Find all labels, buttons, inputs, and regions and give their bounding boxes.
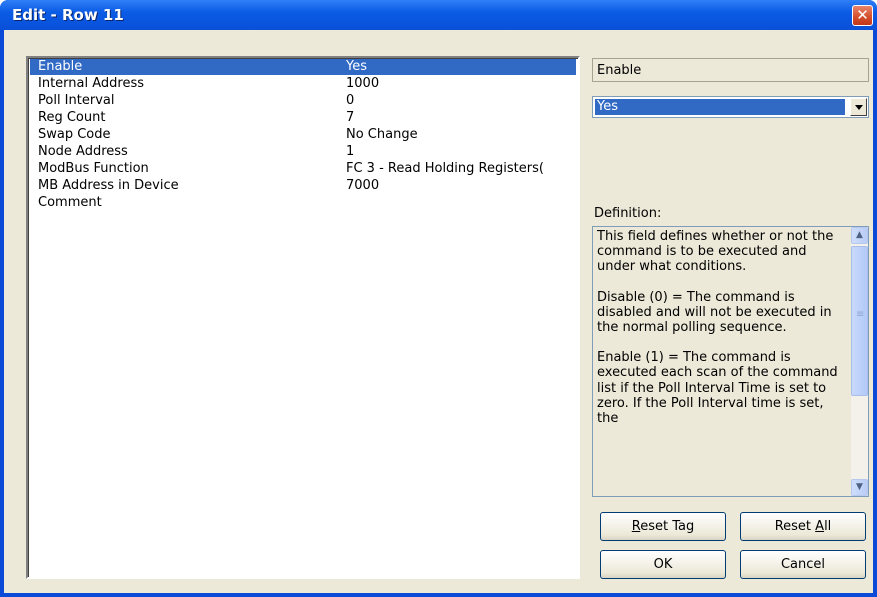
parameter-name: Internal Address xyxy=(38,76,145,91)
cancel-button[interactable]: Cancel xyxy=(740,550,866,579)
value-dropdown-selected: Yes xyxy=(594,98,846,116)
list-item[interactable]: Swap Code No Change xyxy=(30,127,576,143)
list-item[interactable]: Enable Yes xyxy=(30,59,576,75)
list-item[interactable]: MB Address in Device 7000 xyxy=(30,178,576,194)
title-bar[interactable]: Edit - Row 11 ✕ xyxy=(0,0,877,30)
list-item[interactable]: Internal Address 1000 xyxy=(30,76,576,92)
parameter-name: Comment xyxy=(38,195,102,210)
parameter-value: FC 3 - Read Holding Registers( xyxy=(346,161,544,176)
parameter-value: 1000 xyxy=(346,76,380,91)
ok-button[interactable]: OK xyxy=(600,550,726,579)
parameter-list[interactable]: Enable Yes Internal Address 1000 Poll Interv… xyxy=(26,56,580,579)
parameter-name: ModBus Function xyxy=(38,161,149,176)
parameter-value: Yes xyxy=(346,59,367,74)
parameter-name: MB Address in Device xyxy=(38,178,179,193)
parameter-name: Poll Interval xyxy=(38,93,115,108)
definition-paragraph: This field defines whether or not the co… xyxy=(597,229,834,275)
definition-scrollbar[interactable]: ▲ ▼ xyxy=(851,227,868,496)
list-item[interactable]: ModBus Function FC 3 - Read Holding Regis… xyxy=(30,161,576,177)
parameter-name: Reg Count xyxy=(38,110,106,125)
parameter-value: 7 xyxy=(346,110,355,125)
edit-dialog: Edit - Row 11 ✕ Enable Yes Internal Addres… xyxy=(0,0,877,597)
list-item[interactable]: Poll Interval 0 xyxy=(30,93,576,109)
chevron-down-icon[interactable] xyxy=(850,98,867,116)
list-item[interactable]: Reg Count 7 xyxy=(30,110,576,126)
parameter-value: 7000 xyxy=(346,178,380,193)
list-item[interactable]: Node Address 1 xyxy=(30,144,576,160)
reset-all-button[interactable]: Reset All xyxy=(740,512,866,541)
window-title: Edit - Row 11 xyxy=(12,6,124,24)
selected-field-name: Enable xyxy=(592,58,869,82)
value-dropdown[interactable]: Yes xyxy=(592,96,869,118)
parameter-name: Node Address xyxy=(38,144,128,159)
scrollbar-thumb[interactable] xyxy=(851,246,868,396)
definition-paragraph: Enable (1) = The command is executed eac… xyxy=(597,350,838,427)
scroll-down-icon[interactable]: ▼ xyxy=(851,479,868,496)
parameter-name: Swap Code xyxy=(38,127,111,142)
definition-label: Definition: xyxy=(594,206,662,221)
parameter-value: No Change xyxy=(346,127,418,142)
list-item[interactable]: Comment xyxy=(30,195,576,211)
parameter-name: Enable xyxy=(38,59,83,74)
close-icon[interactable]: ✕ xyxy=(852,5,873,26)
definition-paragraph: Disable (0) = The command is disabled an… xyxy=(597,289,832,336)
dialog-client-area: Enable Yes Internal Address 1000 Poll Interv… xyxy=(4,30,873,593)
parameter-value: 0 xyxy=(346,93,355,108)
scroll-up-icon[interactable]: ▲ xyxy=(851,227,868,244)
parameter-value: 1 xyxy=(346,144,355,159)
definition-textbox: This field defines whether or not the co… xyxy=(592,226,869,497)
definition-text: This field defines whether or not the co… xyxy=(597,229,845,441)
reset-tag-button[interactable]: Reset Tag xyxy=(600,512,726,541)
